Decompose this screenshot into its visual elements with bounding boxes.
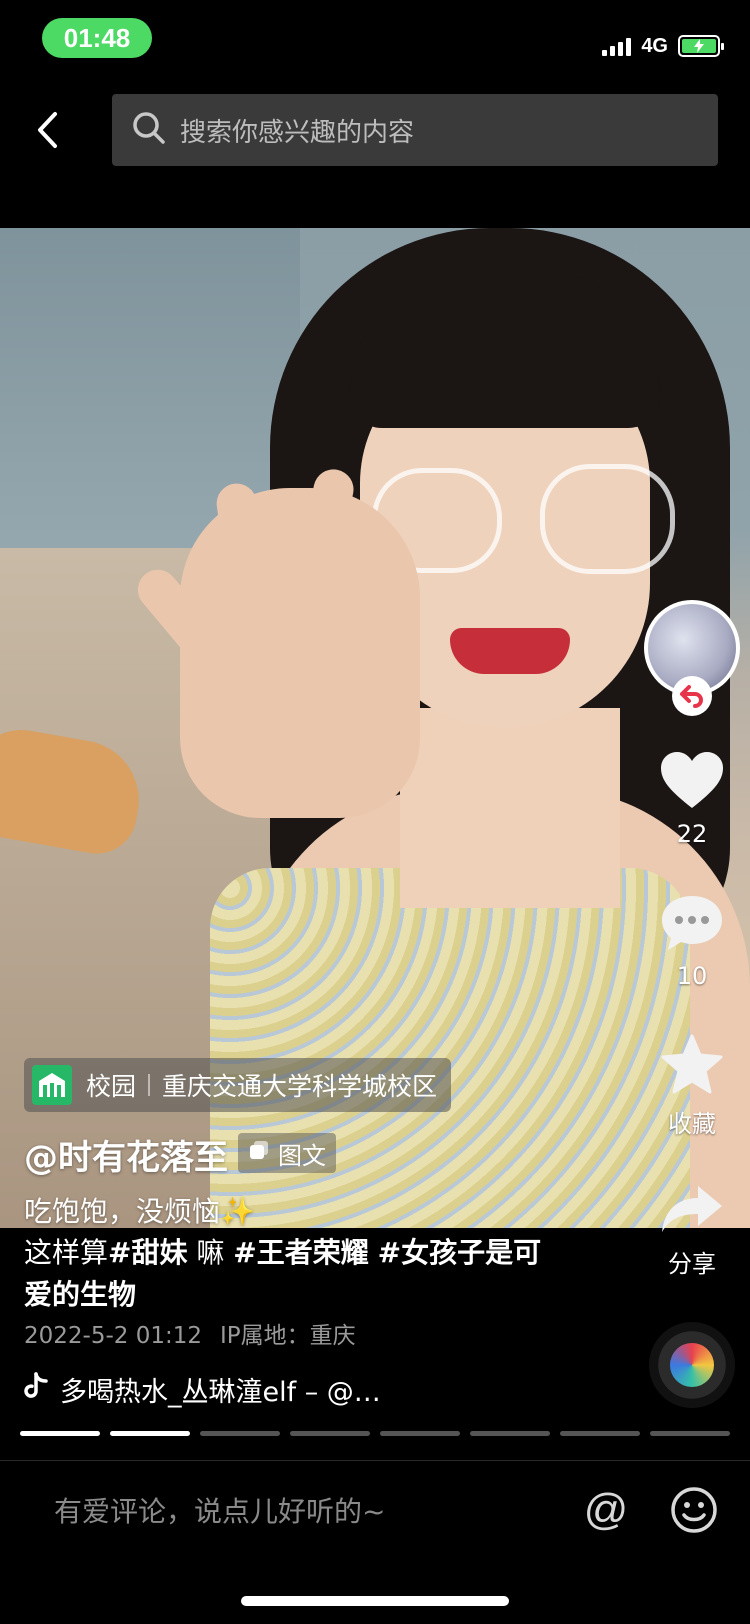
progress-segment — [650, 1431, 730, 1436]
signal-icon — [602, 36, 632, 56]
post-type-tag: 图文 — [238, 1133, 336, 1173]
search-placeholder: 搜索你感兴趣的内容 — [180, 117, 415, 148]
image-progress — [20, 1431, 730, 1436]
author-name[interactable]: @时有花落至 — [24, 1130, 228, 1179]
status-indicators: 4G — [602, 26, 724, 66]
location-category: 校园 — [86, 1072, 137, 1101]
share-button[interactable]: 分享 — [647, 1184, 737, 1279]
progress-segment — [110, 1431, 190, 1436]
star-icon — [660, 1034, 724, 1098]
image-text-icon — [248, 1139, 270, 1167]
post-meta: 2022-5-2 01:12 IP属地：重庆 — [24, 1316, 356, 1350]
battery-icon — [678, 35, 724, 57]
progress-segment — [200, 1431, 280, 1436]
post-type-label: 图文 — [278, 1141, 326, 1170]
comment-input[interactable]: 有爱评论，说点儿好听的~ — [54, 1482, 554, 1538]
mention-button[interactable]: @ — [580, 1484, 632, 1536]
post-date: 2022-5-2 01:12 — [24, 1323, 202, 1349]
comment-count: 10 — [676, 962, 708, 990]
status-time: 01:48 — [42, 18, 152, 58]
favorite-button[interactable]: 收藏 — [647, 1034, 737, 1139]
search-bar[interactable]: 搜索你感兴趣的内容 — [112, 94, 718, 166]
emoji-icon[interactable] — [670, 1486, 718, 1534]
hashtag-link[interactable]: #王者荣耀 — [233, 1236, 368, 1269]
progress-segment — [380, 1431, 460, 1436]
progress-segment — [470, 1431, 550, 1436]
search-icon — [132, 111, 166, 149]
share-icon — [660, 1184, 724, 1238]
caption-text: 嘛 — [187, 1236, 234, 1269]
share-label: 分享 — [668, 1250, 716, 1278]
location-name: 重庆交通大学科学城校区 — [162, 1072, 438, 1101]
location-separator — [148, 1074, 151, 1096]
comment-button[interactable]: 10 — [647, 894, 737, 990]
like-count: 22 — [676, 820, 708, 848]
progress-segment — [290, 1431, 370, 1436]
network-type: 4G — [641, 34, 668, 57]
music-note-icon — [24, 1372, 48, 1407]
ip-location: IP属地：重庆 — [220, 1323, 356, 1349]
favorite-label: 收藏 — [668, 1110, 716, 1138]
music-title: 多喝热水_丛琳潼elf – @… — [60, 1377, 381, 1408]
hashtag-link[interactable]: #甜妹 — [108, 1236, 187, 1269]
back-arrow-icon[interactable] — [22, 100, 72, 160]
follow-back-icon[interactable] — [672, 676, 712, 716]
location-tag[interactable]: 校园 重庆交通大学科学城校区 — [24, 1058, 452, 1112]
like-button[interactable]: 22 — [647, 750, 737, 848]
music-info[interactable]: 多喝热水_丛琳潼elf – @… — [24, 1370, 381, 1409]
progress-segment — [560, 1431, 640, 1436]
progress-segment — [20, 1431, 100, 1436]
caption-text: 这样算 — [24, 1236, 109, 1269]
music-disc[interactable] — [649, 1322, 735, 1408]
caption-line-1: 吃饱饱，没烦恼✨ — [24, 1195, 255, 1228]
home-indicator — [241, 1596, 509, 1606]
divider — [0, 1460, 750, 1461]
caption-line-2: 这样算#甜妹 嘛 #王者荣耀 #女孩子是可爱的生物 — [24, 1232, 564, 1316]
heart-icon — [659, 750, 725, 814]
comment-icon — [660, 894, 724, 956]
campus-icon — [32, 1065, 72, 1105]
